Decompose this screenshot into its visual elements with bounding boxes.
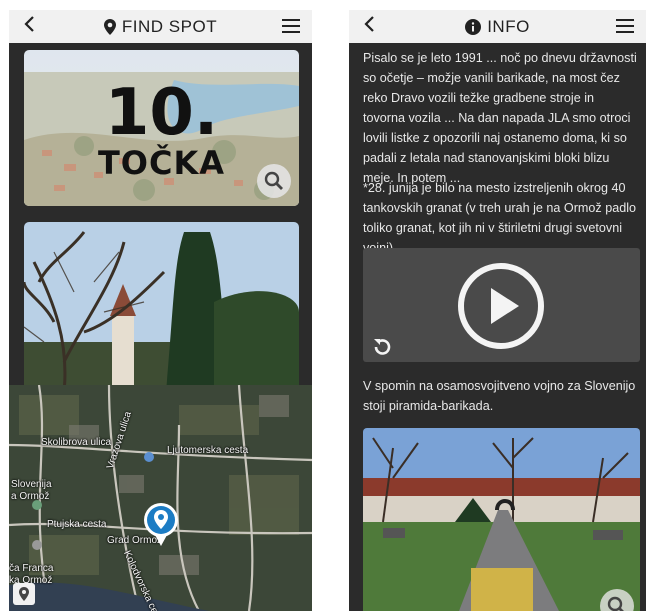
spot-card[interactable]: 10. TOČKA (24, 50, 299, 206)
locate-button[interactable] (13, 583, 35, 605)
map-label: Ptujska cesta (47, 519, 107, 530)
page-title: INFO (465, 17, 530, 37)
search-icon (264, 171, 283, 190)
spot-photo-card[interactable] (24, 222, 299, 392)
find-spot-screen: FIND SPOT 10. TOČKA Skolibrova ulica Vra… (9, 10, 312, 611)
page-title: FIND SPOT (103, 16, 218, 37)
page-title-text: INFO (487, 16, 530, 36)
play-icon (458, 263, 544, 349)
info-icon (465, 18, 482, 35)
zoom-button[interactable] (257, 164, 291, 198)
back-button[interactable] (23, 14, 35, 40)
church-tree-photo (24, 222, 299, 392)
video-player[interactable] (363, 248, 640, 362)
monument-image (363, 428, 640, 611)
top-bar: FIND SPOT (9, 10, 312, 43)
info-paragraph: *28. junija je bilo na mesto izstreljeni… (363, 181, 637, 255)
play-button[interactable] (457, 262, 545, 350)
back-button[interactable] (363, 14, 375, 40)
location-pin-icon (144, 503, 178, 546)
zoom-button[interactable] (600, 589, 634, 611)
map-label: a Ormož (11, 491, 50, 502)
info-paragraph: Pisalo se je leto 1991 ... noč po dnevu … (363, 51, 637, 185)
info-screen: INFO Pisalo se je leto 1991 ... noč po d… (349, 10, 646, 611)
map-label: Slovenija (11, 479, 52, 490)
info-paragraph: V spomin na osamosvojitveno vojno za Slo… (363, 379, 636, 413)
monument-photo[interactable] (363, 428, 640, 611)
location-pin[interactable] (143, 502, 179, 548)
map-label: ča Franca (9, 563, 54, 574)
replay-button[interactable] (371, 336, 393, 358)
top-bar: INFO (349, 10, 646, 43)
menu-button[interactable] (616, 19, 634, 33)
map-label: Skolibrova ulica (41, 437, 112, 448)
locate-icon (19, 587, 29, 601)
chevron-left-icon (24, 16, 34, 32)
chevron-left-icon (364, 16, 374, 32)
hamburger-icon (616, 19, 634, 21)
satellite-map (9, 385, 312, 611)
search-icon (607, 596, 624, 611)
spot-number: 10. (104, 76, 219, 150)
menu-button[interactable] (282, 19, 300, 33)
hamburger-icon (282, 19, 300, 21)
page-title-text: FIND SPOT (121, 16, 218, 36)
map-label: Ljutomerska cesta (167, 445, 249, 456)
replay-icon (374, 339, 391, 355)
map-view[interactable]: Skolibrova ulica Vrazova ulica Ljutomers… (9, 385, 312, 611)
map-pin-icon (103, 18, 116, 35)
